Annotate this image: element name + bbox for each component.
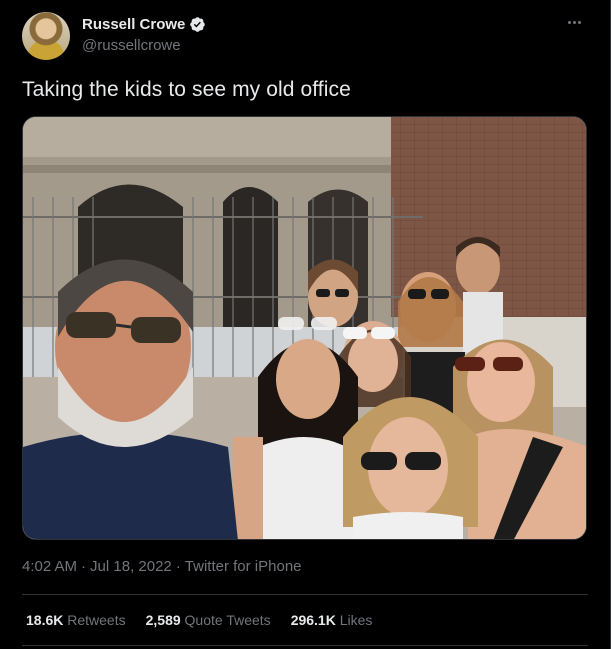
author-display-name[interactable]: Russell Crowe [82,16,185,33]
divider-bottom [22,645,588,646]
tweet-stats: 18.6K Retweets 2,589 Quote Tweets 296.1K… [26,612,372,628]
meta-separator-1: · [81,558,87,575]
likes-stat[interactable]: 296.1K Likes [291,612,373,628]
photo-image [23,117,586,539]
likes-count: 296.1K [290,612,336,628]
retweets-count: 18.6K [26,612,64,628]
tweet-detail: Russell Crowe @russellcrowe Taking the k… [0,0,611,649]
author-handle[interactable]: @russellcrowe [82,37,181,54]
tweet-header: Russell Crowe @russellcrowe [22,12,592,62]
likes-label: Likes [339,612,373,628]
quote-tweets-count: 2,589 [145,612,181,628]
tweet-time[interactable]: 4:02 AM [22,558,77,575]
quote-tweets-label: Quote Tweets [184,612,271,628]
tweet-photo[interactable] [22,116,587,540]
author-name-row[interactable]: Russell Crowe [82,16,206,33]
meta-separator-2: · [175,558,181,575]
tweet-date[interactable]: Jul 18, 2022 [90,558,172,575]
divider-top [22,594,588,595]
retweets-label: Retweets [67,612,126,628]
verified-badge-icon [190,17,206,32]
tweet-source[interactable]: Twitter for iPhone [185,558,302,575]
quote-tweets-stat[interactable]: 2,589 Quote Tweets [146,612,271,628]
tweet-meta: 4:02 AM · Jul 18, 2022 · Twitter for iPh… [22,558,302,575]
more-options-icon[interactable] [564,12,584,32]
tweet-text: Taking the kids to see my old office [22,78,351,101]
avatar[interactable] [22,12,70,60]
retweets-stat[interactable]: 18.6K Retweets [26,612,126,628]
